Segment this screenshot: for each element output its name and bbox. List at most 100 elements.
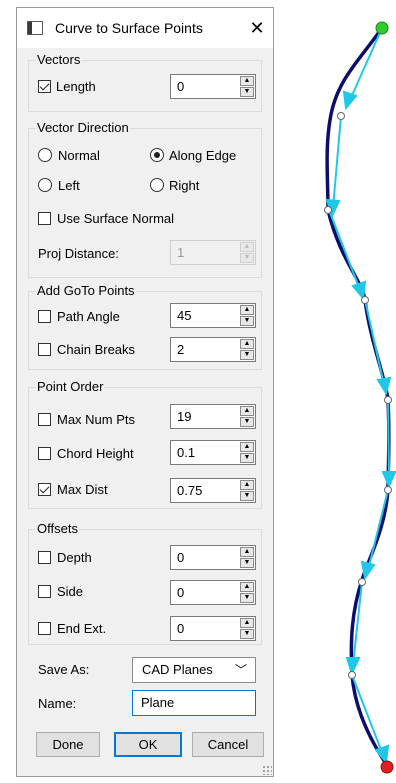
save-as-label: Save As: <box>38 662 90 677</box>
curve-point <box>348 671 356 679</box>
spin-down-icon[interactable]: ▼ <box>240 593 254 603</box>
spin-up-icon[interactable]: ▲ <box>240 582 254 592</box>
vectors-group-label: Vectors <box>36 52 82 67</box>
curve-point <box>324 206 332 214</box>
spin-up-icon[interactable]: ▲ <box>240 76 254 86</box>
side-value: 0 <box>177 585 185 600</box>
use-surface-normal-label: Use Surface Normal <box>57 211 175 226</box>
spin-down-icon: ▼ <box>240 253 254 263</box>
chain-breaks-checkbox[interactable] <box>38 343 51 356</box>
curve-point <box>384 396 392 404</box>
chain-breaks-value: 2 <box>177 342 185 357</box>
vector-direction-group-label: Vector Direction <box>36 120 130 135</box>
length-checkbox[interactable] <box>38 80 51 93</box>
length-label: Length <box>56 79 96 94</box>
vector-arrows <box>325 27 396 765</box>
chevron-down-icon: ﹀ <box>234 663 247 677</box>
spin-up-icon[interactable]: ▲ <box>240 305 254 315</box>
ok-button[interactable]: OK <box>114 732 182 757</box>
curve-point <box>358 578 366 586</box>
add-goto-points-group-label: Add GoTo Points <box>36 283 136 298</box>
curve-point <box>337 112 345 120</box>
max-num-pts-label: Max Num Pts <box>57 412 136 427</box>
done-button[interactable]: Done <box>36 732 100 757</box>
end-ext-value: 0 <box>177 621 185 636</box>
spin-up-icon[interactable]: ▲ <box>240 442 254 452</box>
spin-up-icon[interactable]: ▲ <box>240 547 254 557</box>
length-spinbox[interactable]: 0 ▲ ▼ <box>170 74 256 99</box>
max-dist-value: 0.75 <box>177 483 203 498</box>
along-edge-label: Along Edge <box>169 148 237 163</box>
depth-label: Depth <box>57 550 92 565</box>
save-as-select[interactable]: CAD Planes ﹀ <box>132 657 256 683</box>
side-label: Side <box>57 584 84 599</box>
spin-up-icon: ▲ <box>240 242 254 252</box>
save-as-value: CAD Planes <box>142 662 213 677</box>
max-dist-checkbox[interactable] <box>38 483 51 496</box>
chord-height-spinbox[interactable]: 0.1 ▲ ▼ <box>170 440 256 465</box>
normal-radio[interactable] <box>38 148 52 162</box>
max-dist-label: Max Dist <box>57 482 108 497</box>
spin-up-icon[interactable]: ▲ <box>240 339 254 349</box>
spin-down-icon[interactable]: ▼ <box>240 453 254 463</box>
spin-down-icon[interactable]: ▼ <box>240 629 254 639</box>
name-field[interactable] <box>141 695 251 710</box>
left-radio[interactable] <box>38 178 52 192</box>
normal-label: Normal <box>58 148 100 163</box>
spin-down-icon[interactable]: ▼ <box>240 491 254 501</box>
side-checkbox[interactable] <box>38 585 51 598</box>
spin-down-icon[interactable]: ▼ <box>240 558 254 568</box>
along-edge-radio[interactable] <box>150 148 164 162</box>
right-label: Right <box>169 178 200 193</box>
name-input[interactable] <box>132 690 256 716</box>
max-num-pts-spinbox[interactable]: 19 ▲ ▼ <box>170 404 256 429</box>
resize-grip-icon[interactable] <box>262 765 272 775</box>
use-surface-normal-checkbox[interactable] <box>38 212 51 225</box>
end-point <box>380 760 394 774</box>
path-angle-checkbox[interactable] <box>38 310 51 323</box>
path-angle-spinbox[interactable]: 45 ▲ ▼ <box>170 303 256 328</box>
chain-breaks-spinbox[interactable]: 2 ▲ ▼ <box>170 337 256 362</box>
spin-down-icon[interactable]: ▼ <box>240 350 254 360</box>
max-num-pts-value: 19 <box>177 409 192 424</box>
chord-height-value: 0.1 <box>177 445 196 460</box>
spin-down-icon[interactable]: ▼ <box>240 316 254 326</box>
max-dist-spinbox[interactable]: 0.75 ▲ ▼ <box>170 478 256 503</box>
depth-checkbox[interactable] <box>38 551 51 564</box>
surface-curve <box>325 26 391 767</box>
left-label: Left <box>58 178 80 193</box>
spin-up-icon[interactable]: ▲ <box>240 480 254 490</box>
side-spinbox[interactable]: 0 ▲ ▼ <box>170 580 256 605</box>
max-num-pts-checkbox[interactable] <box>38 413 51 426</box>
spin-up-icon[interactable]: ▲ <box>240 406 254 416</box>
path-angle-label: Path Angle <box>57 309 120 324</box>
end-ext-checkbox[interactable] <box>38 622 51 635</box>
depth-value: 0 <box>177 550 185 565</box>
proj-distance-label: Proj Distance: <box>38 246 119 261</box>
close-icon[interactable]: ✕ <box>241 14 273 42</box>
end-ext-label: End Ext. <box>57 621 107 636</box>
curve-point <box>361 296 369 304</box>
length-value: 0 <box>177 79 185 94</box>
right-radio[interactable] <box>150 178 164 192</box>
point-order-group-label: Point Order <box>36 379 105 394</box>
spin-up-icon[interactable]: ▲ <box>240 618 254 628</box>
spin-down-icon[interactable]: ▼ <box>240 87 254 97</box>
chain-breaks-label: Chain Breaks <box>57 342 136 357</box>
name-label: Name: <box>38 696 77 711</box>
offsets-group-label: Offsets <box>36 521 79 536</box>
curve-viewport <box>324 21 396 774</box>
dialog-title: Curve to Surface Points <box>55 20 203 36</box>
app-icon <box>27 21 43 35</box>
spin-down-icon[interactable]: ▼ <box>240 417 254 427</box>
cancel-button[interactable]: Cancel <box>192 732 264 757</box>
chord-height-label: Chord Height <box>57 446 134 461</box>
proj-distance-spinbox: 1 ▲ ▼ <box>170 240 256 265</box>
chord-height-checkbox[interactable] <box>38 447 51 460</box>
start-point <box>375 21 389 35</box>
path-angle-value: 45 <box>177 308 192 323</box>
depth-spinbox[interactable]: 0 ▲ ▼ <box>170 545 256 570</box>
title-bar[interactable]: Curve to Surface Points ✕ <box>17 8 273 48</box>
curve-point <box>384 486 392 494</box>
end-ext-spinbox[interactable]: 0 ▲ ▼ <box>170 616 256 641</box>
